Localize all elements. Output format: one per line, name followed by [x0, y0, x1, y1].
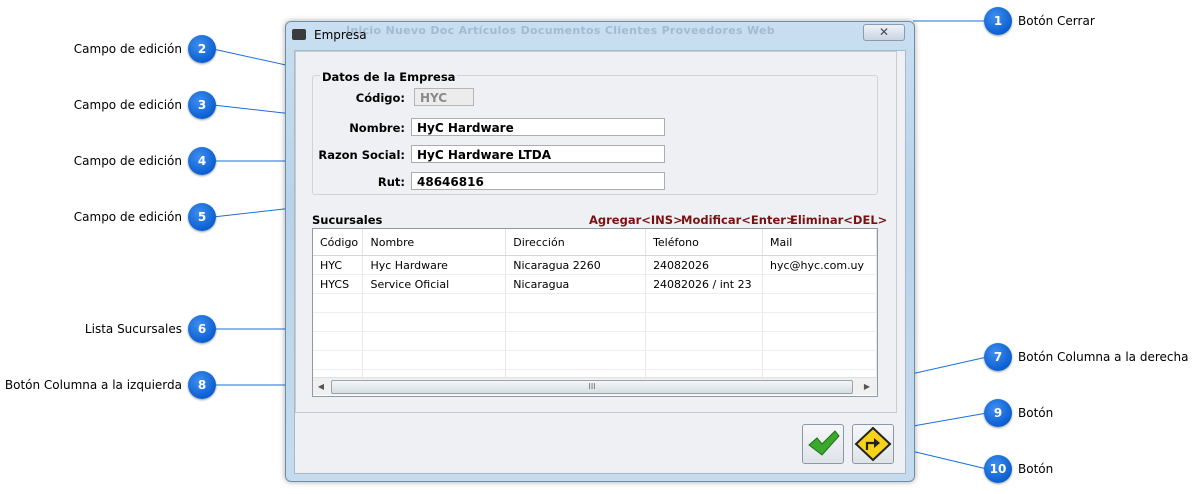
empty-row [313, 350, 877, 370]
codigo-label: Código: [355, 91, 405, 105]
empty-row [313, 331, 877, 351]
table-header-row: Código Nombre Dirección Teléfono Mail [313, 229, 877, 256]
cell-mail: hyc@hyc.com.uy [762, 255, 877, 275]
table-row[interactable]: HYCS Service Oficial Nicaragua 24082026 … [313, 274, 877, 294]
cell-nombre: Hyc Hardware [362, 255, 507, 275]
callout-badge-9: 9 [984, 399, 1012, 427]
callout-badge-10: 10 [984, 455, 1012, 483]
callout-label-8: Botón Columna a la izquierda [4, 378, 182, 392]
sucursales-list[interactable]: Código Nombre Dirección Teléfono Mail HY… [312, 228, 878, 397]
cell-nombre: Service Oficial [362, 274, 507, 294]
window-title: Empresa [314, 28, 367, 42]
window-app-icon [292, 29, 306, 40]
callout-badge-1: 1 [984, 7, 1012, 35]
content-panel: Datos de la Empresa Código: HYC Nombre: … [295, 51, 897, 413]
scroll-left-button[interactable]: ◀ [313, 378, 329, 395]
accept-button[interactable] [802, 424, 844, 464]
exit-button[interactable] [852, 424, 894, 464]
callout-label-4: Campo de edición [73, 154, 182, 168]
empty-row [313, 293, 877, 313]
modificar-action[interactable]: Modificar<Enter> [681, 213, 796, 227]
column-header-nombre[interactable]: Nombre [362, 229, 507, 256]
eliminar-action[interactable]: Eliminar<DEL> [790, 213, 887, 227]
cell-direccion: Nicaragua [505, 274, 647, 294]
close-button[interactable]: ✕ [863, 24, 905, 41]
callout-label-5: Campo de edición [73, 210, 182, 224]
scroll-right-button[interactable]: ▶ [859, 378, 875, 395]
sucursales-title: Sucursales [312, 213, 383, 227]
cell-direccion: Nicaragua 2260 [505, 255, 647, 275]
razon-social-field[interactable]: HyC Hardware LTDA [411, 145, 665, 163]
close-icon: ✕ [878, 25, 890, 39]
arrow-right-icon: ▶ [863, 382, 871, 391]
razon-social-label: Razon Social: [318, 148, 405, 162]
callout-label-9: Botón [1018, 406, 1054, 420]
agregar-action[interactable]: Agregar<INS> [589, 213, 683, 227]
datos-group-title: Datos de la Empresa [320, 70, 458, 84]
column-header-mail[interactable]: Mail [762, 229, 877, 256]
nombre-label: Nombre: [349, 121, 405, 135]
callout-label-10: Botón [1018, 462, 1054, 476]
rut-label: Rut: [377, 175, 405, 189]
codigo-field[interactable]: HYC [414, 88, 474, 106]
horizontal-scrollbar[interactable]: ◀ III ▶ [313, 377, 877, 395]
callout-label-7: Botón Columna a la derecha [1018, 350, 1189, 364]
callout-badge-3: 3 [188, 91, 216, 119]
callout-badge-7: 7 [984, 343, 1012, 371]
scroll-thumb[interactable]: III [331, 380, 853, 394]
cell-codigo: HYC [313, 255, 364, 275]
sucursales-table: Código Nombre Dirección Teléfono Mail HY… [313, 229, 877, 389]
cell-mail [762, 274, 877, 294]
check-icon [808, 430, 840, 456]
background-menu: Inicio Nuevo Doc Artículos Documentos Cl… [346, 24, 775, 37]
callout-badge-5: 5 [188, 203, 216, 231]
column-header-telefono[interactable]: Teléfono [645, 229, 764, 256]
callout-badge-4: 4 [188, 147, 216, 175]
empresa-window: Inicio Nuevo Doc Artículos Documentos Cl… [285, 21, 915, 482]
cell-telefono: 24082026 [645, 255, 764, 275]
callout-badge-6: 6 [188, 315, 216, 343]
empty-row [313, 312, 877, 332]
cell-codigo: HYCS [313, 274, 364, 294]
grip-icon: III [588, 382, 596, 391]
callout-label-1: Botón Cerrar [1018, 14, 1095, 28]
rut-field[interactable]: 48646816 [411, 172, 665, 190]
callout-label-6: Lista Sucursales [84, 322, 182, 336]
nombre-field[interactable]: HyC Hardware [411, 118, 665, 136]
column-header-codigo[interactable]: Código [313, 229, 364, 256]
callout-label-2: Campo de edición [73, 42, 182, 56]
callout-badge-2: 2 [188, 35, 216, 63]
table-row[interactable]: HYC Hyc Hardware Nicaragua 2260 24082026… [313, 255, 877, 275]
arrow-left-icon: ◀ [317, 382, 325, 391]
callout-badge-8: 8 [188, 371, 216, 399]
exit-arrow-icon [854, 426, 892, 462]
callout-label-3: Campo de edición [73, 98, 182, 112]
cell-telefono: 24082026 / int 23 [645, 274, 764, 294]
window-client: Datos de la Empresa Código: HYC Nombre: … [294, 50, 906, 474]
column-header-direccion[interactable]: Dirección [505, 229, 647, 256]
title-bar: Inicio Nuevo Doc Artículos Documentos Cl… [286, 22, 914, 46]
